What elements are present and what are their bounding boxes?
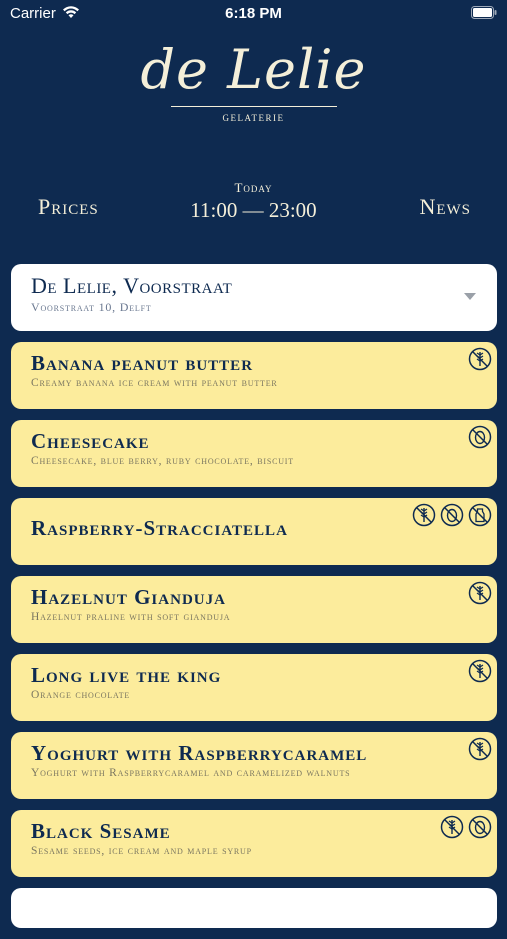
allergen-icons <box>412 503 492 527</box>
no-egg-icon <box>468 425 492 449</box>
no-egg-icon <box>468 815 492 839</box>
allergen-icons <box>440 815 492 839</box>
flavor-card[interactable]: Long live the king Orange chocolate <box>11 654 497 721</box>
flavor-name: Long live the king <box>31 663 222 687</box>
flavor-name: Yoghurt with Raspberrycaramel <box>31 741 368 765</box>
flavor-name: Raspberry-Stracciatella <box>31 516 288 540</box>
logo-name: de Lelie <box>140 38 367 101</box>
location-name: De Lelie, Voorstraat <box>31 273 233 298</box>
allergen-icons <box>468 347 492 371</box>
location-selector[interactable]: De Lelie, Voorstraat Voorstraat 10, Delf… <box>11 264 497 331</box>
flavor-description: Creamy banana ice cream with peanut butt… <box>31 377 278 389</box>
no-gluten-icon <box>468 581 492 605</box>
logo-subtitle: GELATERIE <box>222 113 285 123</box>
flavor-card[interactable]: Hazelnut Gianduja Hazelnut praline with s… <box>11 576 497 643</box>
flavor-card[interactable]: Black Sesame Sesame seeds, ice cream and … <box>11 810 497 877</box>
flavor-card[interactable]: Raspberry-Stracciatella <box>11 498 497 565</box>
logo-divider <box>170 106 337 107</box>
no-gluten-icon <box>468 659 492 683</box>
no-egg-icon <box>440 503 464 527</box>
flavor-card-partial[interactable] <box>11 888 497 928</box>
news-link[interactable]: News <box>419 194 471 220</box>
status-time: 6:18 PM <box>225 5 282 22</box>
allergen-icons <box>468 659 492 683</box>
no-gluten-icon <box>412 503 436 527</box>
no-dairy-icon <box>468 503 492 527</box>
flavor-description: Yoghurt with Raspberrycaramel and carame… <box>31 767 351 779</box>
flavor-card[interactable]: Banana peanut butter Creamy banana ice cr… <box>11 342 497 409</box>
flavor-card[interactable]: Yoghurt with Raspberrycaramel Yoghurt wit… <box>11 732 497 799</box>
flavor-name: Black Sesame <box>31 819 171 843</box>
allergen-icons <box>468 737 492 761</box>
location-address: Voorstraat 10, Delft <box>31 300 152 314</box>
flavor-name: Cheesecake <box>31 429 150 453</box>
flavor-description: Orange chocolate <box>31 689 131 701</box>
no-gluten-icon <box>468 737 492 761</box>
logo: de Lelie GELATERIE <box>0 38 507 123</box>
flavor-list: Banana peanut butter Creamy banana ice cr… <box>11 342 497 939</box>
allergen-icons <box>468 425 492 449</box>
no-gluten-icon <box>440 815 464 839</box>
no-gluten-icon <box>468 347 492 371</box>
chevron-down-icon[interactable] <box>464 293 476 300</box>
flavor-name: Banana peanut butter <box>31 351 254 375</box>
status-bar: Carrier 6:18 PM <box>0 0 507 28</box>
battery-icon <box>471 6 497 19</box>
flavor-description: Hazelnut praline with soft gianduja <box>31 611 231 623</box>
flavor-name: Hazelnut Gianduja <box>31 585 226 609</box>
flavor-description: Cheesecake, blue berry, ruby chocolate, … <box>31 455 294 467</box>
allergen-icons <box>468 581 492 605</box>
flavor-description: Sesame seeds, ice cream and maple syrup <box>31 845 252 857</box>
flavor-card[interactable]: Cheesecake Cheesecake, blue berry, ruby c… <box>11 420 497 487</box>
